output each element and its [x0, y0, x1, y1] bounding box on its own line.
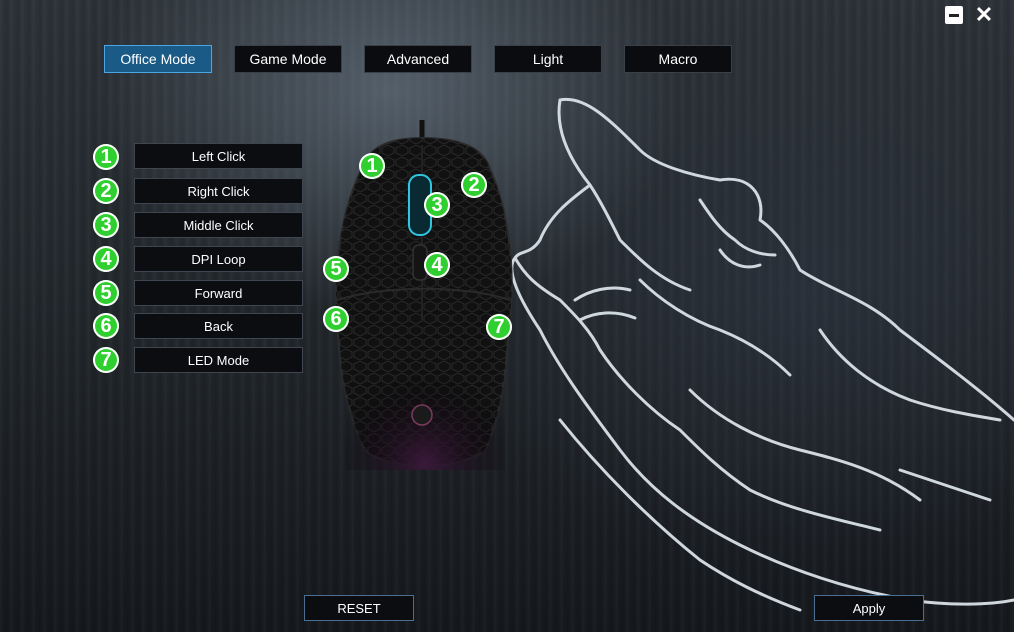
forward-button[interactable]: Forward	[134, 280, 303, 306]
mouse-image	[334, 120, 513, 470]
mouse-marker-1: 1	[359, 153, 385, 179]
marker-7: 7	[93, 347, 119, 373]
apply-button[interactable]: Apply	[814, 595, 924, 621]
marker-5: 5	[93, 280, 119, 306]
mouse-marker-3: 3	[424, 192, 450, 218]
marker-2: 2	[93, 178, 119, 204]
led-mode-button[interactable]: LED Mode	[134, 347, 303, 373]
mouse-marker-2: 2	[461, 172, 487, 198]
marker-4: 4	[93, 246, 119, 272]
marker-6: 6	[93, 313, 119, 339]
left-click-button[interactable]: Left Click	[134, 143, 303, 169]
mouse-marker-6: 6	[323, 306, 349, 332]
mouse-marker-5: 5	[323, 256, 349, 282]
marker-3: 3	[93, 212, 119, 238]
mouse-marker-7: 7	[486, 314, 512, 340]
mouse-marker-4: 4	[424, 252, 450, 278]
right-click-button[interactable]: Right Click	[134, 178, 303, 204]
reset-button[interactable]: RESET	[304, 595, 414, 621]
middle-click-button[interactable]: Middle Click	[134, 212, 303, 238]
back-button[interactable]: Back	[134, 313, 303, 339]
marker-1: 1	[93, 144, 119, 170]
dpi-loop-button[interactable]: DPI Loop	[134, 246, 303, 272]
